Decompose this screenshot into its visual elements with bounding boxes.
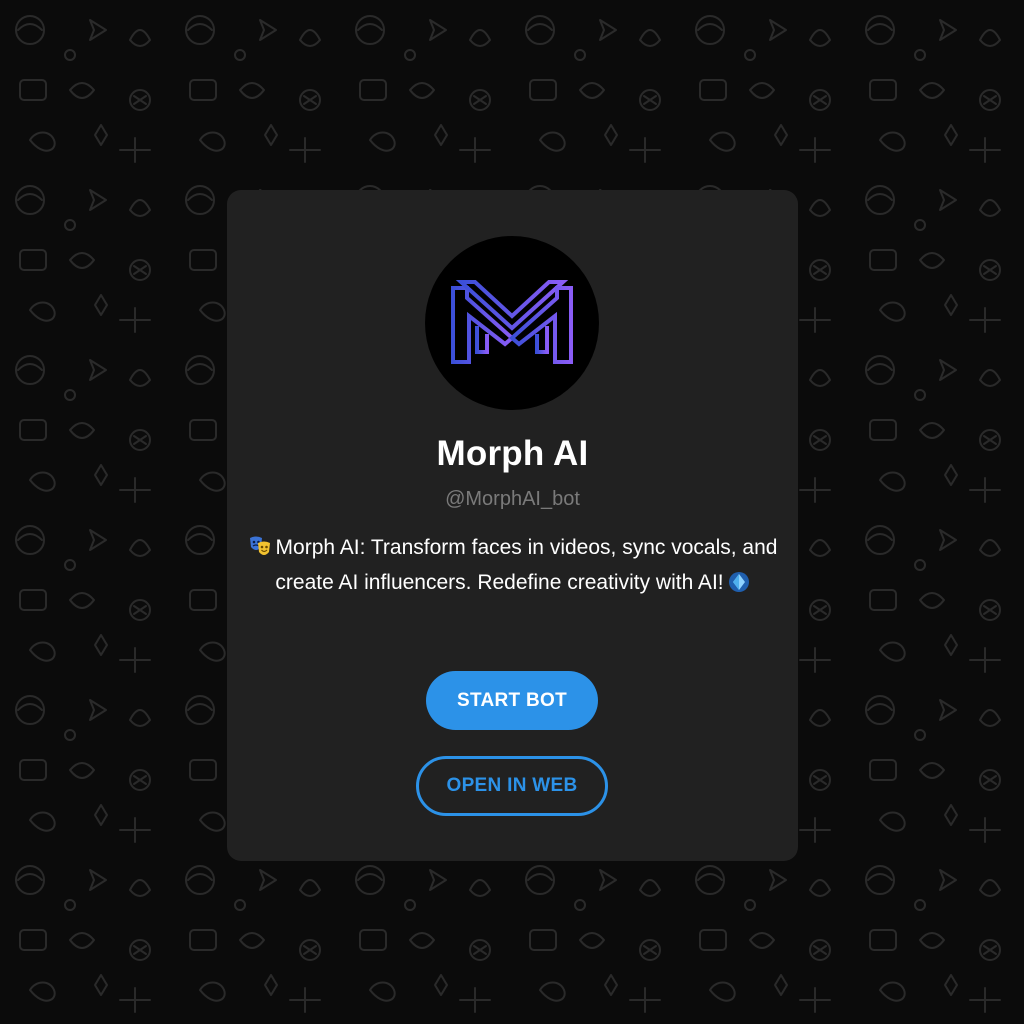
morph-ai-logo-icon: [451, 280, 573, 364]
start-bot-button[interactable]: START BOT: [426, 671, 598, 730]
blue-gem-icon: [728, 572, 749, 592]
open-in-web-button[interactable]: OPEN IN WEB: [416, 756, 608, 816]
bot-profile-card: Morph AI @MorphAI_bot Morph AI: Transfor…: [227, 190, 798, 861]
bot-description-text: Morph AI: Transform faces in videos, syn…: [275, 536, 778, 594]
bot-name: Morph AI: [436, 434, 589, 473]
performing-arts-masks-icon: [249, 536, 270, 555]
bot-username: @MorphAI_bot: [445, 488, 580, 510]
bot-description: Morph AI: Transform faces in videos, syn…: [245, 530, 780, 600]
bot-avatar: [425, 236, 599, 410]
